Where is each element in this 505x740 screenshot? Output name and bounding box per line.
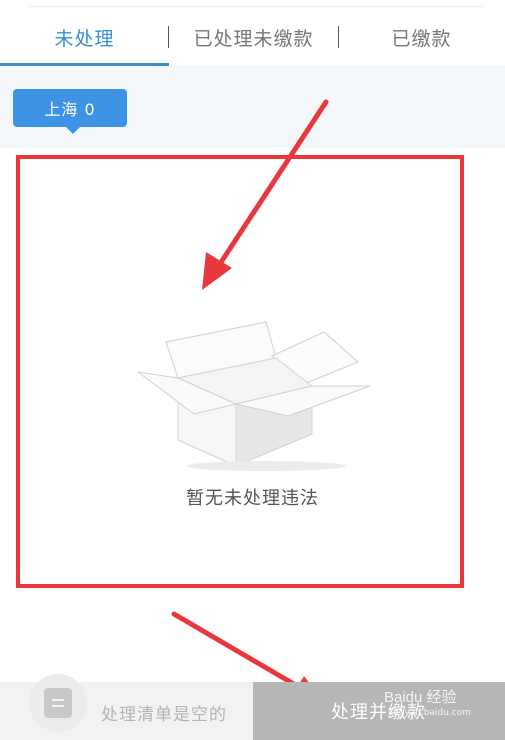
watermark-sub: jingyan.baidu.com — [388, 708, 472, 718]
watermark: Baidu 经验 jingyan.baidu.com — [384, 686, 471, 718]
tab-separator — [338, 26, 339, 48]
watermark-main: Baidu 经验 — [384, 689, 457, 706]
list-icon — [44, 688, 72, 718]
empty-box-icon — [137, 321, 371, 471]
cart-status-text: 处理清单是空的 — [101, 705, 227, 725]
status-tabs: 未处理 已处理未缴款 已缴款 — [0, 8, 505, 66]
tab-separator — [168, 26, 169, 48]
top-divider — [28, 6, 483, 7]
annotation-arrow — [171, 611, 307, 693]
tab-paid[interactable]: 已缴款 — [338, 8, 505, 66]
tab-processed-unpaid[interactable]: 已处理未缴款 — [169, 8, 338, 66]
city-filter-button[interactable]: 上海 0 — [13, 89, 127, 134]
empty-state-message: 暂无未处理违法 — [186, 488, 319, 509]
tab-unprocessed[interactable]: 未处理 — [0, 8, 169, 66]
cart-button[interactable] — [29, 674, 87, 732]
